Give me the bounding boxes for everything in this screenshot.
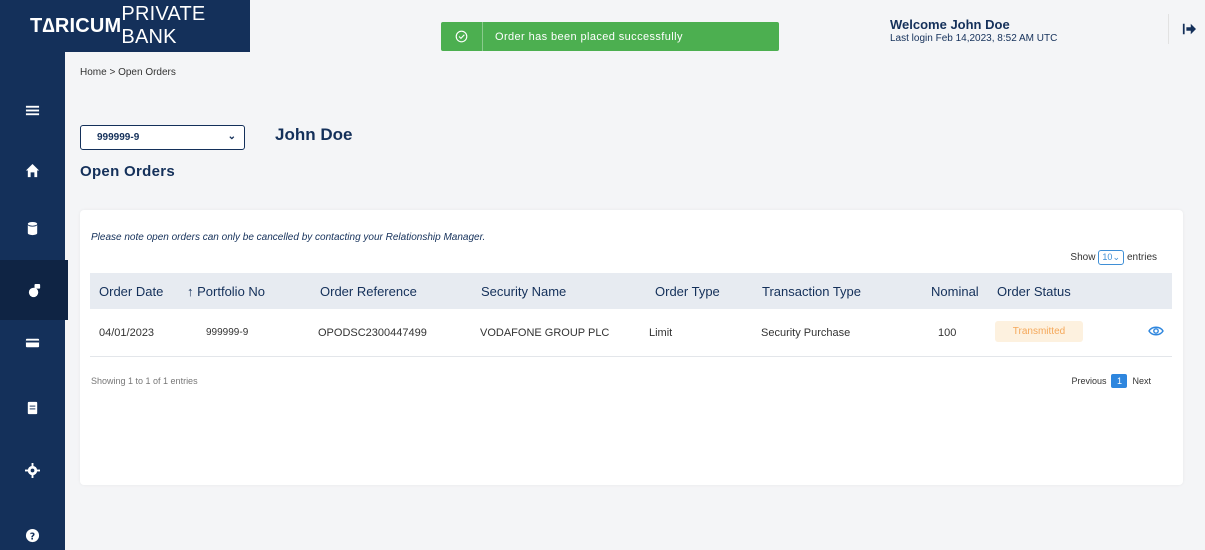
settings-icon [25,462,40,478]
clipboard-icon [27,401,38,414]
cell-transaction-type: Security Purchase [761,327,851,339]
sidebar: ? [0,0,68,550]
brand-name-bold: T∆RICUM [30,14,122,37]
brand-name-rest: PRIVATE BANK [121,3,206,48]
header-divider [1168,14,1169,44]
menu-button[interactable] [0,80,65,140]
cell-portfolio-no: 999999-9 [206,327,249,338]
previous-page-button[interactable]: Previous [1071,376,1106,386]
cell-order-type: Limit [649,327,673,339]
account-select[interactable]: 999999-9 ⌄ [80,125,245,150]
cancel-notice: Please note open orders can only be canc… [91,232,486,243]
welcome-text: Welcome John Doe [890,17,1010,32]
success-toast: Order has been placed successfully [441,22,779,51]
logout-button[interactable] [1182,22,1196,36]
column-order-status[interactable]: Order Status [997,284,1071,299]
sidebar-item-settings[interactable] [0,440,65,500]
entries-label: entries [1126,252,1157,263]
page-1-button[interactable]: 1 [1111,374,1128,388]
cell-nominal: 100 [938,327,957,339]
sidebar-item-help[interactable]: ? [0,505,65,550]
help-icon: ? [25,528,40,542]
brand-logo[interactable]: T∆RICUM PRIVATE BANK [8,0,250,52]
eye-icon [1148,326,1164,336]
sidebar-item-home[interactable] [0,140,65,200]
next-page-button[interactable]: Next [1132,376,1151,386]
logout-icon [1182,23,1196,35]
cell-order-date: 04/01/2023 [99,327,155,339]
user-info: Welcome John Doe Last login Feb 14,2023,… [890,17,1057,44]
orders-icon [28,283,40,297]
column-order-date[interactable]: Order Date [99,284,163,299]
table-info: Showing 1 to 1 of 1 entries [91,376,198,386]
open-orders-card: Please note open orders can only be canc… [80,210,1183,485]
show-label: Show [1070,252,1096,263]
page-length-value: 10 [1102,252,1113,262]
cell-order-reference: OPODSC2300447499 [318,327,427,339]
home-icon [25,163,40,177]
check-circle-icon [441,22,483,51]
page-length-control: Show 10⌄ entries [1070,250,1157,265]
card-icon [25,338,40,347]
view-order-button[interactable] [1148,323,1164,344]
sidebar-item-holdings[interactable] [0,198,65,258]
column-nominal[interactable]: Nominal [931,284,979,299]
breadcrumb: Home > Open Orders [80,67,176,78]
client-name: John Doe [275,125,353,144]
pagination: Previous 1 Next [1071,374,1151,388]
table-row: 04/01/2023 999999-9 OPODSC2300447499 VOD… [90,309,1172,357]
page-length-select[interactable]: 10⌄ [1098,250,1124,265]
column-order-reference[interactable]: Order Reference [320,284,417,299]
sidebar-item-cards[interactable] [0,312,65,372]
toast-message: Order has been placed successfully [495,30,683,43]
svg-text:?: ? [30,531,35,542]
account-select-value: 999999-9 [97,132,140,143]
sidebar-item-orders[interactable] [0,260,68,320]
table-header: Order Date ↑ Portfolio No Order Referenc… [90,273,1172,309]
cell-security-name: VODAFONE GROUP PLC [480,327,610,339]
chevron-down-icon: ⌄ [227,131,236,142]
menu-icon [25,105,40,115]
column-order-type[interactable]: Order Type [655,284,720,299]
column-security-name[interactable]: Security Name [481,284,566,299]
column-portfolio-no[interactable]: ↑ Portfolio No [187,284,265,299]
page-title: Open Orders [80,163,175,180]
last-login-text: Last login Feb 14,2023, 8:52 AM UTC [890,33,1058,44]
column-transaction-type[interactable]: Transaction Type [762,284,861,299]
database-icon [27,221,38,235]
status-badge: Transmitted [995,321,1083,342]
sidebar-item-reports[interactable] [0,377,65,437]
